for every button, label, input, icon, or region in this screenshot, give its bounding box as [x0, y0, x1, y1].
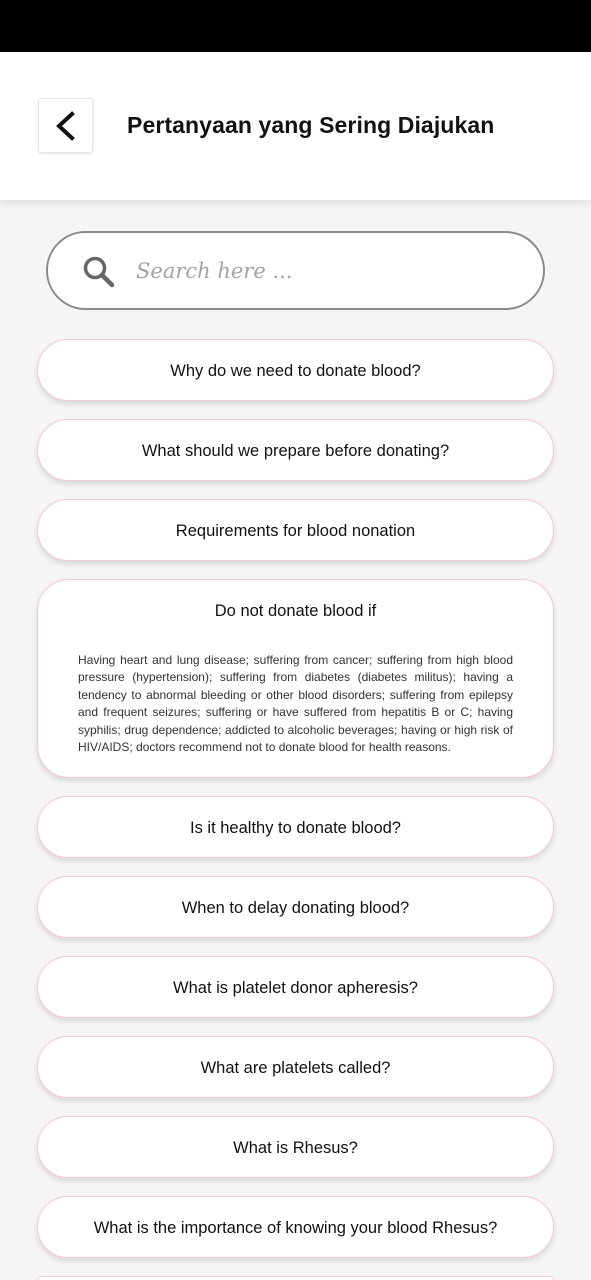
faq-item-partial[interactable] — [37, 1276, 554, 1280]
faq-answer: Having heart and lung disease; suffering… — [78, 653, 513, 755]
faq-question: What is the importance of knowing your b… — [93, 1218, 498, 1237]
faq-item[interactable]: What is platelet donor apheresis? — [37, 956, 554, 1018]
faq-question: What are platelets called? — [200, 1058, 391, 1077]
faq-item[interactable]: What is the importance of knowing your b… — [37, 1196, 554, 1258]
faq-item-expanded[interactable]: Do not donate blood if Having heart and … — [37, 579, 554, 778]
faq-question: Why do we need to donate blood? — [170, 361, 421, 380]
faq-question: Do not donate blood if — [214, 601, 377, 620]
faq-item[interactable]: When to delay donating blood? — [37, 876, 554, 938]
faq-list: Why do we need to donate blood? What sho… — [0, 0, 591, 1280]
faq-question: What is Rhesus? — [233, 1138, 358, 1157]
faq-item[interactable]: Why do we need to donate blood? — [37, 339, 554, 401]
faq-question: What is platelet donor apheresis? — [173, 978, 418, 997]
faq-item[interactable]: What should we prepare before donating? — [37, 419, 554, 481]
faq-question: When to delay donating blood? — [181, 898, 410, 917]
faq-question: What should we prepare before donating? — [141, 441, 450, 460]
faq-item[interactable]: What are platelets called? — [37, 1036, 554, 1098]
faq-question: Is it healthy to donate blood? — [190, 818, 401, 837]
faq-item[interactable]: What is Rhesus? — [37, 1116, 554, 1178]
faq-item[interactable]: Requirements for blood nonation — [37, 499, 554, 561]
faq-item[interactable]: Is it healthy to donate blood? — [37, 796, 554, 858]
faq-question: Requirements for blood nonation — [175, 521, 416, 540]
